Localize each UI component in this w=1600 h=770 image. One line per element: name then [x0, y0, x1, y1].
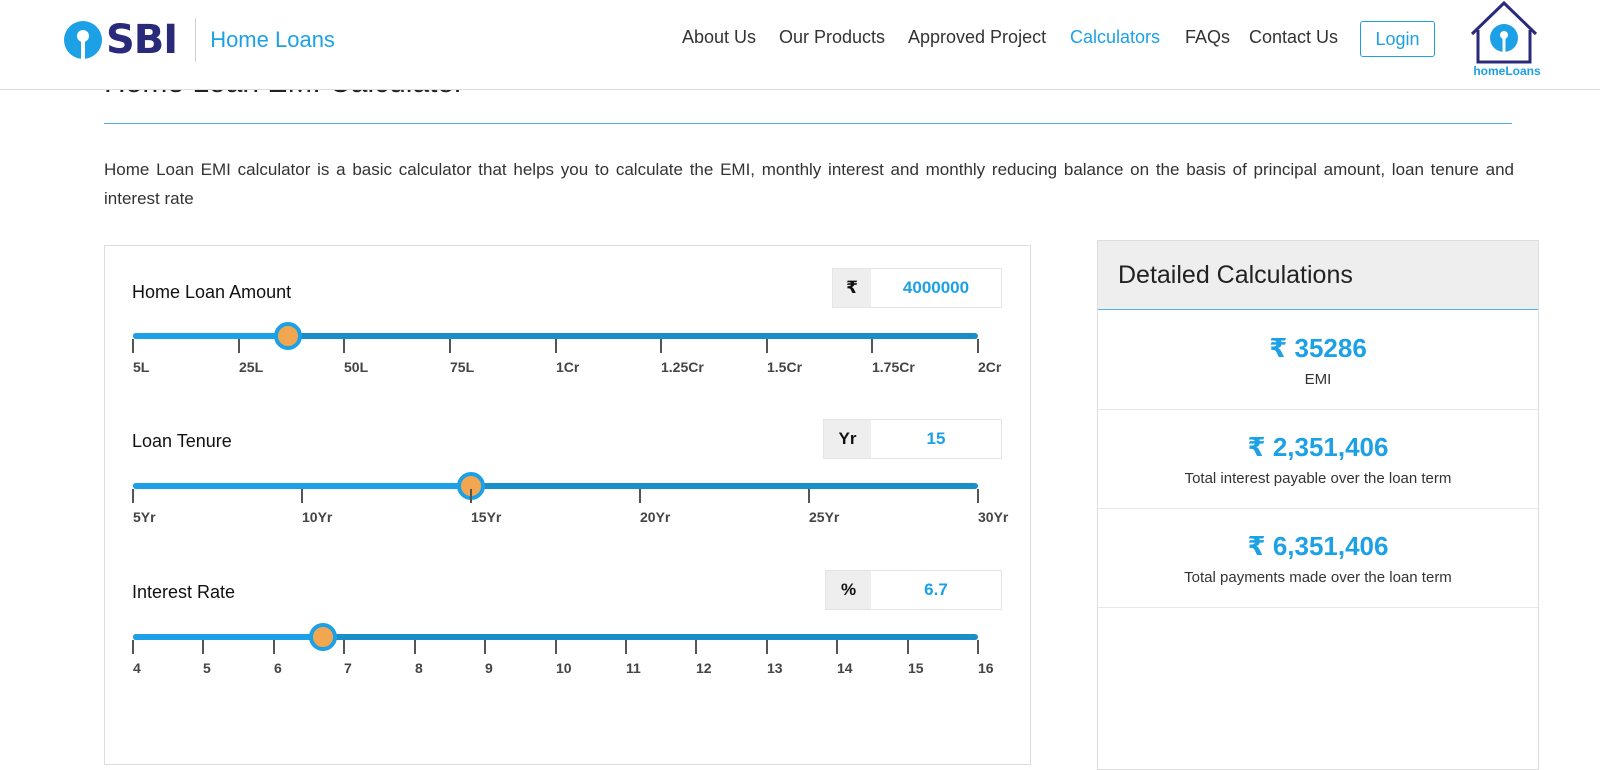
loan-amount-tick	[660, 339, 662, 353]
interest-rate-tick-label: 7	[344, 660, 352, 676]
total-interest-amount: ₹ 2,351,406	[1247, 432, 1389, 462]
loan-tenure-tick	[808, 489, 810, 503]
loan-amount-tick	[132, 339, 134, 353]
loan-tenure-tick	[639, 489, 641, 503]
detailed-calculations-title: Detailed Calculations	[1118, 261, 1353, 289]
interest-rate-tick-label: 12	[696, 660, 712, 676]
nav-about-us[interactable]: About Us	[682, 27, 756, 48]
year-prefix: Yr	[824, 420, 871, 458]
loan-amount-tick-label: 25L	[239, 359, 264, 375]
interest-rate-tick	[273, 640, 275, 654]
total-payment-amount: ₹ 6,351,406	[1247, 531, 1389, 561]
home-loans-logo-text: homeLoans	[1473, 64, 1541, 78]
loan-tenure-tick-label: 30Yr	[978, 509, 1009, 525]
emi-caption: EMI	[1304, 371, 1332, 388]
interest-rate-tick	[484, 640, 486, 654]
interest-rate-tick	[414, 640, 416, 654]
percent-prefix: %	[826, 571, 871, 609]
interest-rate-input-group: % 6.7	[825, 570, 1002, 610]
interest-rate-tick-label: 11	[626, 660, 641, 676]
interest-rate-tick-label: 10	[556, 660, 572, 676]
interest-rate-tick-label: 8	[415, 660, 423, 676]
interest-rate-label: Interest Rate	[132, 582, 236, 602]
loan-amount-tick	[555, 339, 557, 353]
loan-amount-tick-label: 1.75Cr	[872, 359, 915, 375]
loan-amount-tick-label: 2Cr	[978, 359, 1002, 375]
site-header: SBI Home Loans About Us Our Products App…	[0, 0, 1600, 90]
title-divider	[104, 123, 1512, 124]
loan-tenure-input-group: Yr 15	[823, 419, 1002, 459]
loan-amount-input[interactable]: 4000000	[871, 269, 1001, 307]
loan-amount-scale: 5L 25L 50L 75L 1Cr 1.25Cr 1.5Cr 1.75Cr 2Cr	[132, 339, 1001, 379]
total-payment-caption: Total payments made over the loan term	[1184, 569, 1452, 586]
interest-rate-tick	[977, 640, 979, 654]
loan-amount-tick	[343, 339, 345, 353]
loan-amount-tick-label: 1.25Cr	[661, 359, 704, 375]
interest-rate-tick	[766, 640, 768, 654]
loan-amount-label: Home Loan Amount	[132, 282, 292, 302]
interest-rate-tick	[625, 640, 627, 654]
loan-tenure-tick	[977, 489, 979, 503]
interest-rate-tick-label: 16	[978, 660, 994, 676]
loan-amount-tick-label: 75L	[450, 359, 475, 375]
interest-rate-tick	[132, 640, 134, 654]
interest-rate-tick	[202, 640, 204, 654]
login-button[interactable]: Login	[1360, 21, 1435, 57]
loan-tenure-tick	[132, 489, 134, 503]
loan-amount-tick	[766, 339, 768, 353]
intro-text: Home Loan EMI calculator is a basic calc…	[104, 160, 1514, 208]
loan-tenure-tick	[470, 489, 472, 503]
interest-rate-input[interactable]: 6.7	[871, 571, 1001, 609]
total-interest-caption: Total interest payable over the loan ter…	[1184, 470, 1452, 487]
loan-amount-tick-label: 5L	[133, 359, 150, 375]
total-payment-result: ₹ 6,351,406 Total payments made over the…	[1098, 509, 1538, 608]
emi-calculator-card: Home Loan Amount ₹ 4000000 5L 25L 50L 75L 1C…	[104, 245, 1031, 765]
interest-rate-tick-label: 5	[203, 660, 211, 676]
interest-rate-tick	[695, 640, 697, 654]
loan-tenure-input[interactable]: 15	[871, 420, 1001, 458]
loan-amount-tick	[238, 339, 240, 353]
nav-calculators[interactable]: Calculators	[1070, 27, 1160, 48]
loan-amount-input-group: ₹ 4000000	[832, 268, 1002, 308]
loan-tenure-tick-label: 10Yr	[302, 509, 333, 525]
loan-tenure-row: Loan Tenure Yr 15 5Yr 10Yr 15Yr 20Yr 25Yr 30Y…	[105, 419, 1032, 559]
interest-rate-tick-label: 14	[837, 660, 853, 676]
interest-rate-scale: 4 5 6 7 8 9 10 11 12 13 14 15 16	[132, 640, 994, 680]
loan-amount-tick	[977, 339, 979, 353]
emi-result: ₹ 35286 EMI	[1098, 311, 1538, 410]
loan-tenure-tick-label: 20Yr	[640, 509, 671, 525]
detailed-calculations-header: Detailed Calculations	[1098, 241, 1538, 310]
loan-tenure-tick-label: 15Yr	[471, 509, 502, 525]
loan-tenure-label: Loan Tenure	[132, 431, 232, 451]
loan-amount-tick	[871, 339, 873, 353]
loan-tenure-tick-label: 25Yr	[809, 509, 840, 525]
loan-amount-tick	[449, 339, 451, 353]
interest-rate-tick-label: 13	[767, 660, 783, 676]
interest-rate-tick	[343, 640, 345, 654]
loan-amount-tick-label: 1.5Cr	[767, 359, 803, 375]
nav-our-products[interactable]: Our Products	[779, 27, 885, 48]
interest-rate-tick-label: 15	[908, 660, 924, 676]
nav-faqs[interactable]: FAQs	[1185, 27, 1230, 48]
nav-contact-us[interactable]: Contact Us	[1249, 27, 1338, 48]
interest-rate-tick	[836, 640, 838, 654]
interest-rate-tick	[555, 640, 557, 654]
emi-amount: ₹ 35286	[1269, 333, 1367, 363]
interest-rate-tick-label: 4	[133, 660, 141, 676]
interest-rate-tick-label: 6	[274, 660, 282, 676]
interest-rate-tick-label: 9	[485, 660, 493, 676]
loan-amount-tick-label: 1Cr	[556, 359, 580, 375]
detailed-calculations-panel: Detailed Calculations ₹ 35286 EMI ₹ 2,35…	[1097, 240, 1539, 770]
loan-tenure-tick	[301, 489, 303, 503]
interest-rate-tick	[907, 640, 909, 654]
loan-tenure-tick-label: 5Yr	[133, 509, 156, 525]
rupee-prefix: ₹	[833, 269, 871, 307]
total-interest-result: ₹ 2,351,406 Total interest payable over …	[1098, 410, 1538, 509]
loan-tenure-scale: 5Yr 10Yr 15Yr 20Yr 25Yr 30Yr	[132, 489, 1008, 529]
nav-approved-project[interactable]: Approved Project	[908, 27, 1046, 48]
interest-rate-row: Interest Rate % 6.7 4 5 6 7 8 9 10 11 12 13 14 15 16	[105, 570, 1032, 710]
loan-amount-row: Home Loan Amount ₹ 4000000 5L 25L 50L 75L 1C…	[105, 268, 1032, 408]
loan-amount-tick-label: 50L	[344, 359, 369, 375]
